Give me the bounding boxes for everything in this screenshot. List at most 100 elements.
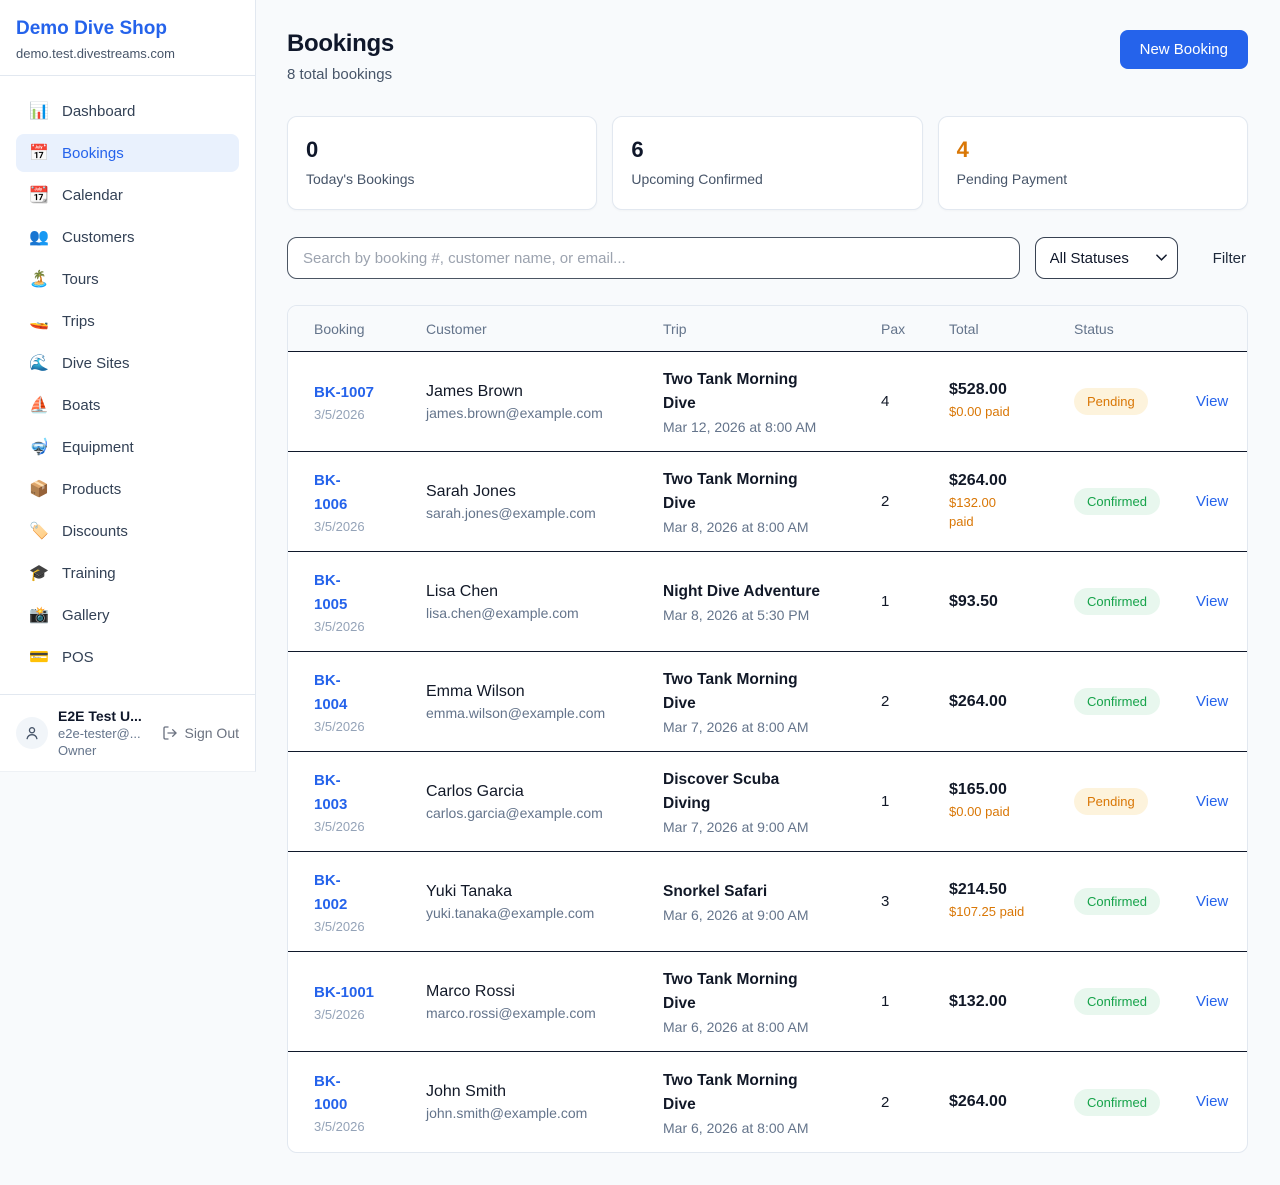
paid-amount: $0.00 paid (949, 803, 1039, 822)
page-title: Bookings (287, 30, 394, 58)
customer-name: James Brown (426, 383, 663, 401)
sidebar-item-label: Equipment (62, 439, 134, 456)
pax-cell: 2 (881, 1094, 949, 1111)
customer-email: lisa.chen@example.com (426, 605, 663, 621)
status-badge: Confirmed (1074, 488, 1160, 515)
view-link[interactable]: View (1196, 493, 1228, 510)
sidebar-item-trips[interactable]: 🚤 Trips (16, 302, 239, 340)
status-cell: Pending (1074, 388, 1196, 415)
filter-button[interactable]: Filter (1211, 246, 1248, 271)
sidebar-item-label: Trips (62, 313, 95, 330)
customer-name: Carlos Garcia (426, 783, 663, 801)
booking-cell: BK- 1004 3/5/2026 (314, 669, 426, 734)
total-amount: $264.00 (949, 472, 1074, 490)
total-amount: $165.00 (949, 781, 1074, 799)
total-amount: $528.00 (949, 381, 1074, 399)
trip-name: Two Tank Morning Dive (663, 468, 843, 516)
sidebar-item-products[interactable]: 📦 Products (16, 470, 239, 508)
trip-datetime: Mar 6, 2026 at 9:00 AM (663, 907, 881, 923)
speedboat-icon: 🚤 (29, 311, 49, 331)
trip-cell: Snorkel Safari Mar 6, 2026 at 9:00 AM (663, 880, 881, 923)
sidebar-item-pos[interactable]: 💳 POS (16, 638, 239, 676)
sidebar-item-boats[interactable]: ⛵ Boats (16, 386, 239, 424)
booking-row: BK- 1000 3/5/2026 John Smith john.smith@… (288, 1052, 1247, 1152)
sidebar-item-dashboard[interactable]: 📊 Dashboard (16, 92, 239, 130)
sign-out-button[interactable]: Sign Out (162, 725, 239, 741)
search-input[interactable] (287, 237, 1020, 279)
customer-cell: Sarah Jones sarah.jones@example.com (426, 483, 663, 521)
booking-id-link[interactable]: BK- 1000 (314, 1070, 347, 1117)
new-booking-button[interactable]: New Booking (1120, 30, 1248, 69)
status-cell: Confirmed (1074, 488, 1196, 515)
total-amount: $132.00 (949, 993, 1074, 1011)
total-cell: $264.00 (949, 1093, 1074, 1111)
view-link[interactable]: View (1196, 693, 1228, 710)
customer-email: carlos.garcia@example.com (426, 805, 663, 821)
actions-cell: View (1196, 393, 1229, 411)
bar-chart-icon: 📊 (29, 101, 49, 121)
booking-id-link[interactable]: BK-1001 (314, 981, 374, 1004)
actions-cell: View (1196, 993, 1229, 1011)
status-cell: Pending (1074, 788, 1196, 815)
booking-cell: BK-1007 3/5/2026 (314, 381, 426, 422)
customer-email: sarah.jones@example.com (426, 505, 663, 521)
total-cell: $264.00 (949, 693, 1074, 711)
sidebar-item-label: Calendar (62, 187, 123, 204)
sidebar-item-equipment[interactable]: 🤿 Equipment (16, 428, 239, 466)
page-header: Bookings 8 total bookings New Booking (287, 30, 1248, 83)
view-link[interactable]: View (1196, 1093, 1228, 1110)
sidebar-item-label: POS (62, 649, 94, 666)
sidebar-item-label: Gallery (62, 607, 110, 624)
sidebar-item-gallery[interactable]: 📸 Gallery (16, 596, 239, 634)
customer-email: james.brown@example.com (426, 405, 663, 421)
trip-cell: Night Dive Adventure Mar 8, 2026 at 5:30… (663, 580, 881, 623)
sidebar-item-customers[interactable]: 👥 Customers (16, 218, 239, 256)
sidebar-item-label: Bookings (62, 145, 124, 162)
graduation-cap-icon: 🎓 (29, 563, 49, 583)
page-header-text: Bookings 8 total bookings (287, 30, 394, 83)
booking-id-link[interactable]: BK- 1002 (314, 869, 347, 916)
sidebar-item-label: Discounts (62, 523, 128, 540)
page-subtitle: 8 total bookings (287, 66, 394, 83)
user-role: Owner (58, 743, 152, 758)
sidebar-item-bookings[interactable]: 📅 Bookings (16, 134, 239, 172)
trip-datetime: Mar 7, 2026 at 9:00 AM (663, 819, 881, 835)
booking-id-link[interactable]: BK- 1003 (314, 769, 347, 816)
sidebar-item-discounts[interactable]: 🏷️ Discounts (16, 512, 239, 550)
sidebar-item-training[interactable]: 🎓 Training (16, 554, 239, 592)
booking-row: BK-1007 3/5/2026 James Brown james.brown… (288, 352, 1247, 452)
sidebar-item-tours[interactable]: 🏝️ Tours (16, 260, 239, 298)
booking-id-link[interactable]: BK- 1004 (314, 669, 347, 716)
booking-id-link[interactable]: BK- 1006 (314, 469, 347, 516)
trip-cell: Two Tank Morning Dive Mar 8, 2026 at 8:0… (663, 468, 881, 535)
sidebar-item-label: Training (62, 565, 116, 582)
customer-name: John Smith (426, 1083, 663, 1101)
view-link[interactable]: View (1196, 993, 1228, 1010)
actions-cell: View (1196, 893, 1229, 911)
paid-amount: $107.25 paid (949, 903, 1039, 922)
column-header-total: Total (949, 321, 1074, 337)
booking-id-link[interactable]: BK- 1005 (314, 569, 347, 616)
sidebar-item-dive-sites[interactable]: 🌊 Dive Sites (16, 344, 239, 382)
view-link[interactable]: View (1196, 593, 1228, 610)
actions-cell: View (1196, 793, 1229, 811)
total-cell: $264.00 $132.00 paid (949, 472, 1074, 532)
view-link[interactable]: View (1196, 393, 1228, 410)
view-link[interactable]: View (1196, 893, 1228, 910)
paid-amount: $0.00 paid (949, 403, 1039, 422)
status-cell: Confirmed (1074, 588, 1196, 615)
island-icon: 🏝️ (29, 269, 49, 289)
bookings-table: BookingCustomerTripPaxTotalStatus BK-100… (287, 305, 1248, 1153)
sign-out-label: Sign Out (185, 725, 239, 741)
pax-cell: 2 (881, 493, 949, 510)
status-cell: Confirmed (1074, 988, 1196, 1015)
sidebar: Demo Dive Shop demo.test.divestreams.com… (0, 0, 256, 772)
booking-row: BK- 1006 3/5/2026 Sarah Jones sarah.jone… (288, 452, 1247, 552)
status-filter-select[interactable]: All Statuses (1035, 237, 1178, 279)
booking-id-link[interactable]: BK-1007 (314, 381, 374, 404)
sidebar-item-calendar[interactable]: 📆 Calendar (16, 176, 239, 214)
booking-date: 3/5/2026 (314, 407, 426, 422)
trip-datetime: Mar 6, 2026 at 8:00 AM (663, 1019, 881, 1035)
trip-cell: Two Tank Morning Dive Mar 6, 2026 at 8:0… (663, 968, 881, 1035)
view-link[interactable]: View (1196, 793, 1228, 810)
